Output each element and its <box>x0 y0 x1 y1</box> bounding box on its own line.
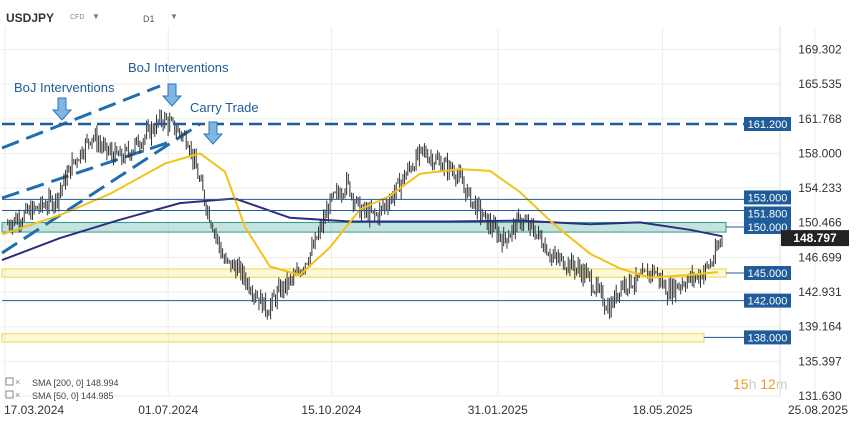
indicator-settings-icon[interactable] <box>5 377 14 386</box>
level-label: 161.200 <box>748 119 788 131</box>
candle-countdown: 15h 12m <box>733 376 788 392</box>
y-tick-label: 131.630 <box>798 389 842 403</box>
level-label: 151.800 <box>748 208 788 220</box>
annotation-label: BoJ Interventions <box>14 80 115 95</box>
annotation-label: BoJ Interventions <box>128 60 229 75</box>
y-tick-label: 150.466 <box>798 216 842 230</box>
x-tick-label: 01.07.2024 <box>138 403 198 417</box>
indicator-label: SMA [200, 0] 148.994 <box>32 378 119 388</box>
level-zone-145.000 <box>1 268 727 278</box>
current-price-label: 148.797 <box>793 231 837 245</box>
down-arrow-icon <box>51 97 73 121</box>
y-tick-label: 142.931 <box>798 285 842 299</box>
annotation-label: Carry Trade <box>190 100 259 115</box>
y-tick-label: 169.302 <box>798 42 842 56</box>
x-tick-label: 25.08.2025 <box>788 403 848 417</box>
y-tick-label: 161.768 <box>798 112 842 126</box>
price-chart[interactable]: 161.200153.000151.800150.000145.000142.0… <box>0 0 859 427</box>
trend-channel-middle <box>1 140 171 200</box>
y-tick-label: 165.535 <box>798 77 842 91</box>
level-label: 153.000 <box>748 192 788 204</box>
y-tick-label: 139.164 <box>798 320 842 334</box>
y-tick-label: 154.233 <box>798 181 842 195</box>
indicator-label: SMA [50, 0] 144.985 <box>32 391 114 401</box>
level-label: 145.000 <box>748 268 788 280</box>
x-tick-label: 31.01.2025 <box>468 403 528 417</box>
indicator-close-icon[interactable]: × <box>15 390 20 400</box>
y-tick-label: 135.397 <box>798 354 842 368</box>
x-tick-label: 18.05.2025 <box>633 403 693 417</box>
down-arrow-icon <box>202 121 224 145</box>
level-zone-138.000 <box>1 333 705 343</box>
y-tick-label: 146.699 <box>798 250 842 264</box>
indicator-settings-icon[interactable] <box>5 390 14 399</box>
level-label: 142.000 <box>748 296 788 308</box>
down-arrow-icon <box>161 83 183 107</box>
x-tick-label: 15.10.2024 <box>301 403 361 417</box>
level-label: 138.000 <box>748 332 788 344</box>
chart-stage: USDJPY CFD ▼ D1 ▼ 161.200 153.000 151.800 1… <box>0 0 859 427</box>
indicator-close-icon[interactable]: × <box>15 377 20 387</box>
y-tick-label: 158.000 <box>798 146 842 160</box>
x-tick-label: 17.03.2024 <box>4 403 64 417</box>
